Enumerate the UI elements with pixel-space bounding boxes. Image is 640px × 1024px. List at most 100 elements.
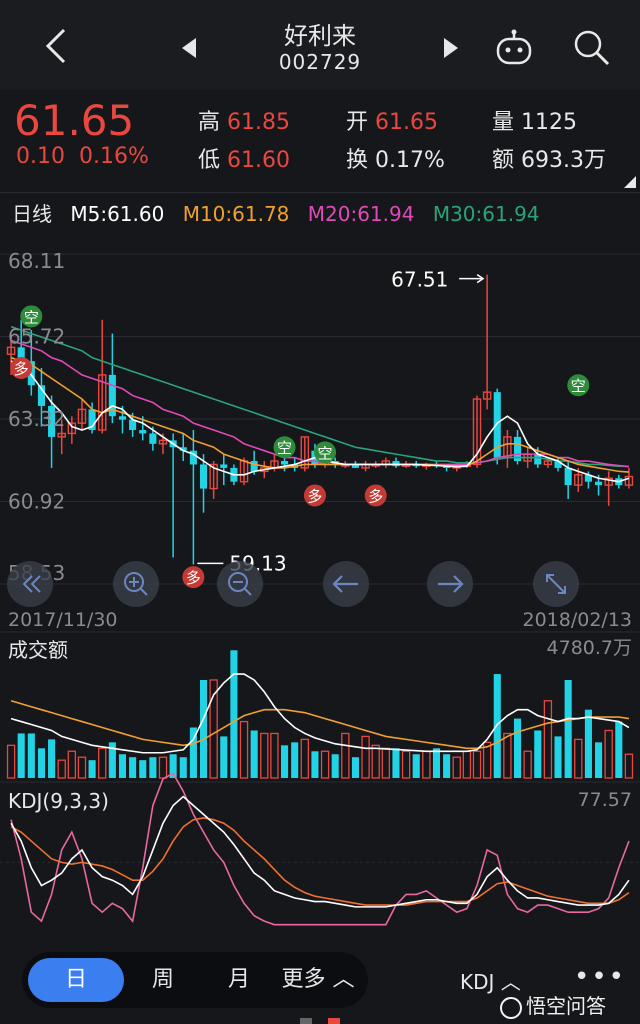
turnover-bar [331, 754, 339, 778]
divider [0, 192, 640, 193]
turnover-bar [381, 747, 391, 779]
expand-corner-icon[interactable] [622, 176, 636, 188]
charts-area[interactable]: 68.1165.7263.3260.9258.5367.5159.13空多多空空… [0, 234, 640, 934]
y-tick-label: 68.11 [8, 249, 65, 273]
turnover-bar [220, 736, 228, 778]
turnover-bar [239, 720, 249, 779]
candle-body [595, 481, 603, 486]
turnover-bar [341, 732, 350, 779]
ma20-label: M20:61.94 [307, 202, 415, 226]
candle-body [139, 430, 147, 434]
turnover-max-label: 4780.7万 [547, 637, 632, 659]
arrow-right-icon[interactable] [427, 561, 473, 607]
turnover-bar [361, 735, 370, 779]
candle-body [281, 461, 289, 465]
turnover-bar [523, 750, 532, 779]
kdj-k-line [10, 795, 630, 908]
signal-marker-text: 多 [368, 487, 383, 505]
turnover-bar [493, 674, 501, 778]
turnover-bar [98, 747, 107, 779]
turnover-bar [48, 739, 56, 778]
tab-month[interactable]: 月 [200, 952, 278, 1008]
amount-value: 693.3万 [521, 148, 606, 173]
amount-label: 额 [492, 148, 515, 173]
scroll-left-icon-bg [7, 561, 53, 607]
y-tick-label: 63.32 [8, 407, 65, 431]
high-label: 高 [198, 110, 221, 135]
robot-icon[interactable] [494, 28, 534, 68]
turnover-bar [67, 750, 77, 779]
zoom-in-icon[interactable] [113, 561, 159, 607]
zoom-out-icon[interactable] [217, 561, 263, 607]
signal-marker-text: 空 [277, 439, 292, 457]
turnover-bar [624, 753, 634, 779]
max-price-label: 67.51 [391, 268, 448, 292]
prev-stock-triangle-left-icon[interactable] [180, 36, 200, 60]
signal-marker-text: 空 [318, 444, 333, 462]
turnover-bar [351, 757, 359, 778]
turnover-bar [179, 757, 187, 778]
turnover-bar [412, 754, 420, 778]
period-label: 日线 [12, 202, 52, 226]
low-stat: 低 61.60 [198, 142, 290, 174]
x-start-date: 2017/11/30 [8, 609, 118, 631]
fullscreen-icon[interactable] [533, 561, 579, 607]
change-percent: 0.16% [78, 144, 149, 169]
turnover-bar [422, 750, 431, 779]
scroll-left-icon[interactable] [7, 561, 53, 607]
chevron-up-icon: ︿ [332, 967, 355, 992]
low-value: 61.60 [227, 148, 290, 173]
turnover-bar [77, 756, 87, 779]
change-value: 0.10 [16, 144, 65, 169]
high-value: 61.85 [227, 110, 290, 135]
tab-week[interactable]: 周 [126, 952, 200, 1008]
turnover-bar [554, 736, 562, 778]
turnover-bar [604, 729, 613, 779]
turnover-bar [281, 745, 289, 778]
turnover-bar [543, 700, 553, 779]
open-stat: 开 61.65 [346, 104, 438, 136]
turnover-bar [503, 732, 512, 779]
high-stat: 高 61.85 [198, 104, 290, 136]
turnover-bar [118, 754, 127, 778]
turnover-bar [230, 650, 238, 778]
next-stock-triangle-right-icon[interactable] [440, 36, 460, 60]
page-dot-active [328, 1018, 340, 1024]
y-tick-label: 60.92 [8, 490, 65, 514]
kdj-panel-label: KDJ(9,3,3) [8, 789, 109, 813]
turnover-bar [595, 742, 603, 778]
turnover-bar [57, 759, 66, 779]
price-change: 0.10 0.16% [16, 144, 149, 169]
turnover-bar [260, 732, 269, 779]
current-price: 61.65 [14, 96, 135, 145]
page-dot [300, 1018, 312, 1024]
turnover-bar [584, 709, 592, 778]
tab-more-label: 更多 [281, 967, 326, 992]
turnover-bar [129, 757, 137, 778]
watermark: 悟空问答 [500, 990, 606, 1019]
tab-more[interactable]: 更多 ︿ [268, 952, 368, 1008]
turnover-bar [311, 751, 319, 778]
search-icon[interactable] [572, 28, 612, 68]
turnover-bar [564, 679, 572, 778]
turnover-bar [149, 757, 157, 778]
zoom-out-icon-bg [217, 561, 263, 607]
ma10-label: M10:61.78 [182, 202, 290, 226]
signal-marker-text: 空 [24, 308, 39, 326]
turnover-stat: 换 0.17% [346, 142, 445, 174]
kdj-d-line [10, 817, 630, 906]
candle-body [118, 416, 127, 420]
indicator-label: KDJ [460, 970, 495, 994]
turnover-bar [158, 756, 168, 779]
arrow-left-icon[interactable] [323, 561, 369, 607]
turnover-bar [291, 742, 299, 778]
more-options-icon[interactable]: ••• [574, 962, 626, 992]
back-chevron-left-icon[interactable] [40, 26, 70, 66]
ma5-label: M5:61.60 [70, 202, 165, 226]
stock-code: 002729 [278, 50, 362, 74]
low-label: 低 [198, 148, 221, 173]
tab-day[interactable]: 日 [28, 958, 124, 1002]
signal-marker-text: 空 [571, 377, 586, 395]
ma-legend: 日线 M5:61.60 M10:61.78 M20:61.94 M30:61.9… [12, 198, 640, 232]
turnover-bar [371, 744, 380, 779]
